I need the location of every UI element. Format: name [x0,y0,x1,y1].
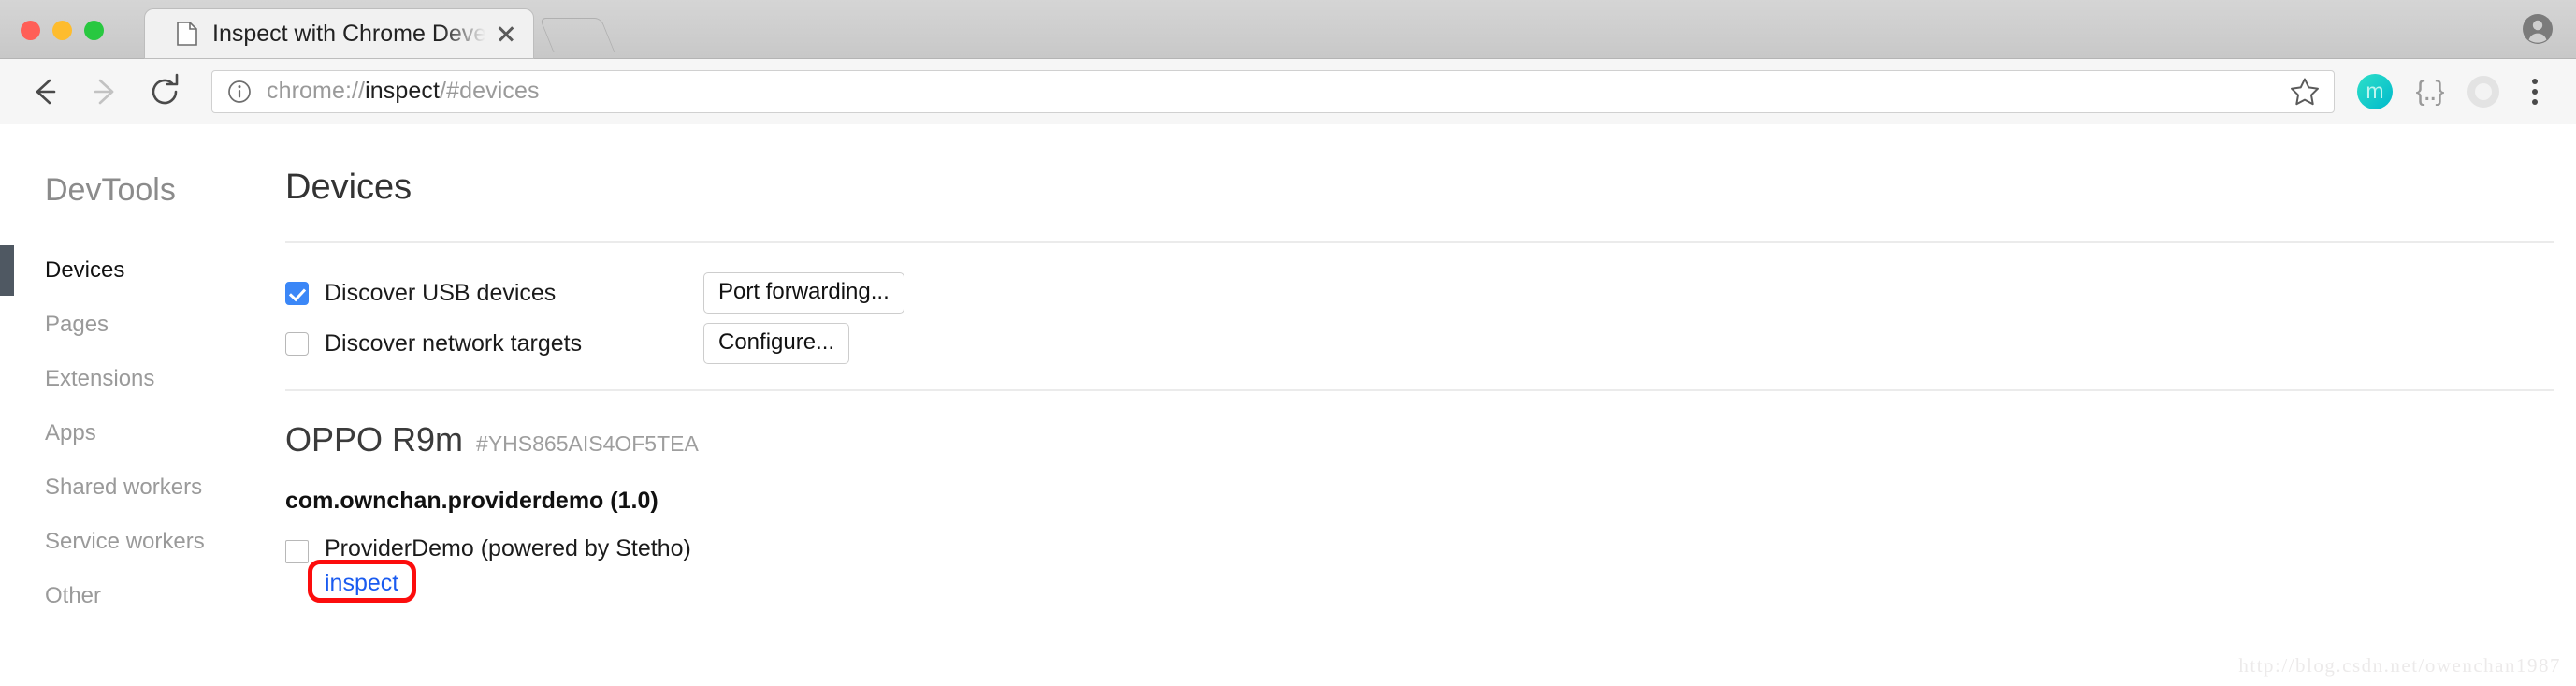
target-title: ProviderDemo (powered by Stetho) [325,535,691,562]
target-checkbox[interactable] [285,540,309,563]
sidebar-item-service-workers[interactable]: Service workers [0,515,265,569]
json-formatter-icon[interactable]: {..} [2402,65,2456,119]
url-host: inspect [365,78,441,104]
title-bar: Inspect with Chrome Developer [0,0,2576,59]
minimize-window-button[interactable] [52,21,72,40]
page-icon [177,22,197,46]
extension-icons: m {..} [2348,65,2555,119]
address-bar[interactable]: chrome://inspect/#devices [211,69,2335,113]
arrow-left-icon[interactable] [21,67,69,116]
device-section: OPPO R9m #YHS865AIS4OF5TEA com.ownchan.p… [285,391,2554,603]
sidebar-nav: Devices Pages Extensions Apps Shared wor… [0,243,265,623]
info-circle-icon[interactable] [227,80,252,104]
url-display[interactable]: chrome://inspect/#devices [267,80,2289,103]
tab-title: Inspect with Chrome Developer [212,21,488,47]
url-scheme: chrome:// [267,78,366,104]
close-window-button[interactable] [21,21,40,40]
configure-button[interactable]: Configure... [703,322,850,365]
maximize-window-button[interactable] [84,21,104,40]
watermark: http://blog.csdn.net/owenchan1987 [2238,654,2561,677]
app-package-name: com.ownchan.providerdemo (1.0) [285,488,658,514]
avatar-m-label: m [2357,73,2393,109]
target-row: ProviderDemo (powered by Stetho) inspect [285,535,2554,603]
page-title: Devices [285,168,412,207]
kebab-menu-icon[interactable] [2514,68,2555,115]
sidebar-item-apps[interactable]: Apps [0,406,265,460]
sidebar-item-label: Service workers [45,529,205,554]
sidebar-item-label: Shared workers [45,474,203,500]
sidebar-item-label: Other [45,583,102,608]
discover-usb-checkbox[interactable] [285,281,309,305]
avatar-m-icon[interactable]: m [2348,65,2402,119]
port-forwarding-button[interactable]: Port forwarding... [703,271,904,314]
inspect-page: DevTools Devices Pages Extensions Apps S… [0,124,2576,686]
devtools-brand: DevTools [45,172,176,208]
sidebar-item-label: Pages [45,312,109,337]
devtools-sidebar: DevTools Devices Pages Extensions Apps S… [0,124,265,686]
ring-glyph [2467,75,2499,108]
sidebar-item-label: Extensions [45,366,155,391]
discover-network-checkbox[interactable] [285,331,309,356]
arrow-right-icon [80,67,129,116]
sidebar-item-devices[interactable]: Devices [0,243,265,298]
window-controls [21,21,104,40]
sidebar-item-label: Devices [45,257,125,283]
inspect-link[interactable]: inspect [325,568,398,595]
browser-window: Inspect with Chrome Developer [0,0,2576,686]
ring-extension-icon[interactable] [2456,65,2511,119]
sidebar-item-label: Apps [45,420,96,445]
discover-usb-label: Discover USB devices [325,279,557,306]
account-circle-icon[interactable] [2520,11,2555,47]
new-tab-button[interactable] [539,18,615,52]
tab-strip: Inspect with Chrome Developer [145,9,615,58]
browser-toolbar: chrome://inspect/#devices m {..} [0,59,2576,124]
json-formatter-label: {..} [2415,75,2445,107]
device-serial: #YHS865AIS4OF5TEA [476,431,699,456]
device-name: OPPO R9m [285,420,464,459]
close-icon[interactable] [488,16,524,51]
reload-icon[interactable] [140,67,189,116]
discover-usb-row: Discover USB devices Port forwarding... [285,268,2554,318]
browser-tab[interactable]: Inspect with Chrome Developer [145,9,533,58]
discover-network-row: Discover network targets Configure... [285,318,2554,369]
star-icon[interactable] [2289,76,2321,108]
sidebar-item-shared-workers[interactable]: Shared workers [0,460,265,515]
discovery-settings: Discover USB devices Port forwarding... … [285,243,2554,389]
sidebar-item-extensions[interactable]: Extensions [0,352,265,406]
sidebar-item-pages[interactable]: Pages [0,298,265,352]
devices-panel: Devices Discover USB devices Port forwar… [265,124,2576,686]
url-path: /#devices [440,78,540,104]
sidebar-item-other[interactable]: Other [0,569,265,623]
discover-network-label: Discover network targets [325,329,583,357]
device-header: OPPO R9m #YHS865AIS4OF5TEA [285,423,2554,457]
